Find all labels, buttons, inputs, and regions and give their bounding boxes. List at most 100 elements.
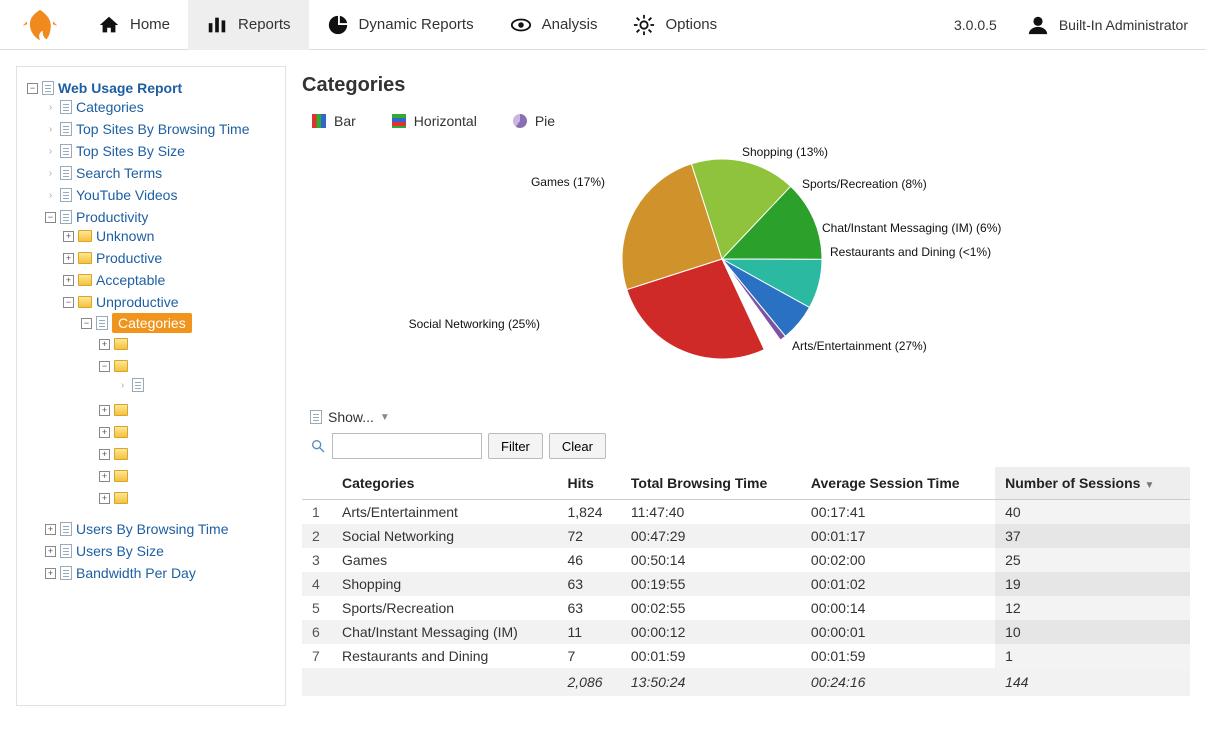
show-label: Show...	[328, 409, 374, 425]
tree-acceptable[interactable]: + Acceptable	[63, 269, 281, 291]
expand-icon[interactable]: +	[45, 546, 56, 557]
gear-icon	[633, 14, 655, 36]
tree-youtube[interactable]: ›YouTube Videos	[45, 184, 281, 206]
table-row[interactable]: 4Shopping6300:19:5500:01:0219	[302, 572, 1190, 596]
table-row[interactable]: 2Social Networking7200:47:2900:01:1737	[302, 524, 1190, 548]
expand-icon[interactable]: +	[99, 427, 110, 438]
table-row[interactable]: 7Restaurants and Dining700:01:5900:01:59…	[302, 644, 1190, 668]
tree-label: Unknown	[96, 228, 154, 244]
expand-icon[interactable]: ›	[45, 146, 56, 157]
tree-root[interactable]: −Web Usage Report ›Categories ›Top Sites…	[27, 77, 281, 587]
cell-index: 7	[302, 644, 332, 668]
expand-icon[interactable]: ›	[45, 168, 56, 179]
nav-analysis[interactable]: Analysis	[492, 0, 616, 50]
cell-sessions: 1	[995, 644, 1190, 668]
col-sessions-label: Number of Sessions	[1005, 475, 1140, 491]
tree-categories[interactable]: ›Categories	[45, 96, 281, 118]
tree-top-sites-size[interactable]: ›Top Sites By Size	[45, 140, 281, 162]
nav-dynamic-reports[interactable]: Dynamic Reports	[309, 0, 492, 50]
pie-label: Shopping (13%)	[742, 145, 828, 159]
expand-icon[interactable]: +	[63, 253, 74, 264]
expand-icon[interactable]: +	[45, 568, 56, 579]
tab-label: Pie	[535, 113, 555, 129]
expand-icon[interactable]: +	[45, 524, 56, 535]
tree-shopping[interactable]: +Shopping	[99, 421, 281, 443]
table-row[interactable]: 3Games4600:50:1400:02:0025	[302, 548, 1190, 572]
filter-button[interactable]: Filter	[488, 433, 543, 459]
tab-horizontal[interactable]: Horizontal	[392, 113, 477, 129]
tree-label: Users By Browsing Time	[76, 521, 228, 537]
tree-chat[interactable]: +Chat/Instant Messag	[99, 465, 281, 487]
table-row[interactable]: 1Arts/Entertainment1,82411:47:4000:17:41…	[302, 500, 1190, 525]
cell-avg-session: 00:01:59	[801, 644, 995, 668]
tree-label: Top Sites By Brow	[148, 377, 262, 393]
expand-icon[interactable]: +	[99, 493, 110, 504]
current-user[interactable]: Built-In Administrator	[1059, 17, 1188, 33]
tree-bandwidth[interactable]: +Bandwidth Per Day	[45, 562, 281, 584]
tree-unknown[interactable]: + Unknown	[63, 225, 281, 247]
tree-label: Users By Size	[76, 543, 164, 559]
collapse-icon[interactable]: −	[99, 361, 110, 372]
cell-index: 2	[302, 524, 332, 548]
filter-input[interactable]	[332, 433, 482, 459]
col-index[interactable]	[302, 467, 332, 500]
tree-label: Acceptable	[96, 272, 165, 288]
tree-top-sites-time[interactable]: ›Top Sites By Browsing Time	[45, 118, 281, 140]
tree-users-size[interactable]: + Users By Size	[45, 540, 281, 562]
col-hits[interactable]: Hits	[558, 467, 621, 500]
expand-icon[interactable]: ›	[117, 380, 128, 391]
tree-label: Social Networking	[132, 358, 244, 374]
expand-icon[interactable]: +	[99, 449, 110, 460]
nav-reports[interactable]: Reports	[188, 0, 309, 50]
col-avg-session[interactable]: Average Session Time	[801, 467, 995, 500]
tree-label: Games	[132, 446, 177, 462]
tree-games[interactable]: + Games	[99, 443, 281, 465]
tree-users-time[interactable]: + Users By Browsing Time	[45, 518, 281, 540]
tree-search-terms[interactable]: ›Search Terms	[45, 162, 281, 184]
table-total-row: 2,086 13:50:24 00:24:16 144	[302, 668, 1190, 696]
tab-bar[interactable]: Bar	[312, 113, 356, 129]
col-total-time[interactable]: Total Browsing Time	[621, 467, 801, 500]
collapse-icon[interactable]: −	[45, 212, 56, 223]
table-row[interactable]: 5Sports/Recreation6300:02:5500:00:1412	[302, 596, 1190, 620]
expand-icon[interactable]: ›	[45, 124, 56, 135]
tree-productivity[interactable]: − Productivity + Unknown +Productive + Acce…	[45, 206, 281, 518]
expand-icon[interactable]: +	[99, 339, 110, 350]
table-row[interactable]: 6Chat/Instant Messaging (IM)1100:00:1200…	[302, 620, 1190, 644]
tree-unprod-categories[interactable]: −Categories +Arts/Entertainment −Social …	[81, 310, 281, 512]
tree-social[interactable]: − Social Networking › Top Sites By Brow	[99, 355, 281, 399]
cell-total-time: 00:47:29	[621, 524, 801, 548]
col-categories[interactable]: Categories	[332, 467, 558, 500]
tree-sports[interactable]: +Sports/Recreation	[99, 399, 281, 421]
cell-total-time: 00:02:55	[621, 596, 801, 620]
nav-home[interactable]: Home	[80, 0, 188, 50]
categories-table: Categories Hits Total Browsing Time Aver…	[302, 467, 1190, 696]
tree-arts[interactable]: +Arts/Entertainment	[99, 333, 281, 355]
page-icon	[60, 122, 72, 136]
tree-productive[interactable]: +Productive	[63, 247, 281, 269]
expand-icon[interactable]: +	[99, 471, 110, 482]
tree-restaurants[interactable]: +Restaurants and Dini	[99, 487, 281, 509]
cell-index: 6	[302, 620, 332, 644]
show-menu[interactable]: Show... ▼	[310, 409, 1190, 425]
expand-icon[interactable]: +	[63, 275, 74, 286]
tree-label: Productivity	[76, 209, 148, 225]
logo-icon	[22, 7, 58, 43]
clear-button[interactable]: Clear	[549, 433, 606, 459]
chevron-down-icon: ▼	[380, 412, 390, 423]
expand-icon[interactable]: +	[63, 231, 74, 242]
collapse-icon[interactable]: −	[27, 83, 38, 94]
expand-icon[interactable]: ›	[45, 102, 56, 113]
tree-unproductive[interactable]: −Unproductive −Categories +Arts/Entertai…	[63, 291, 281, 515]
cell-hits: 1,824	[558, 500, 621, 525]
collapse-icon[interactable]: −	[81, 318, 92, 329]
tab-pie[interactable]: Pie	[513, 113, 555, 129]
nav-options[interactable]: Options	[615, 0, 735, 50]
col-sessions[interactable]: Number of Sessions▼	[995, 467, 1190, 500]
tree-social-topsites[interactable]: › Top Sites By Brow	[117, 374, 281, 396]
collapse-icon[interactable]: −	[63, 297, 74, 308]
pie-chart: Arts/Entertainment (27%)Social Networkin…	[302, 139, 1190, 399]
page-icon	[60, 166, 72, 180]
expand-icon[interactable]: +	[99, 405, 110, 416]
expand-icon[interactable]: ›	[45, 190, 56, 201]
